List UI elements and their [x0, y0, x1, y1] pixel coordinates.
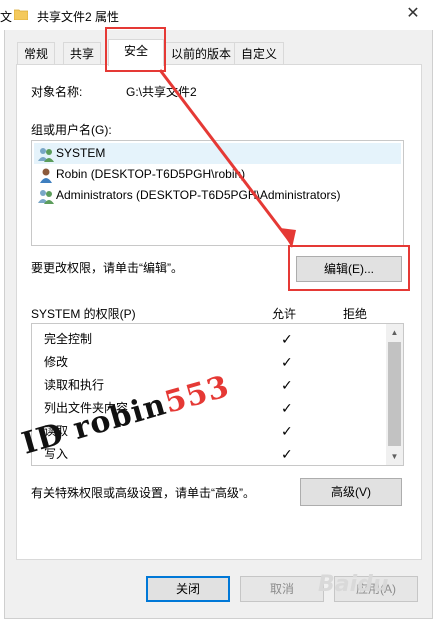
annotation-arrow	[158, 69, 296, 248]
tab-security[interactable]: 安全	[108, 39, 164, 66]
baidu-watermark-logo: Baidu	[318, 572, 389, 597]
